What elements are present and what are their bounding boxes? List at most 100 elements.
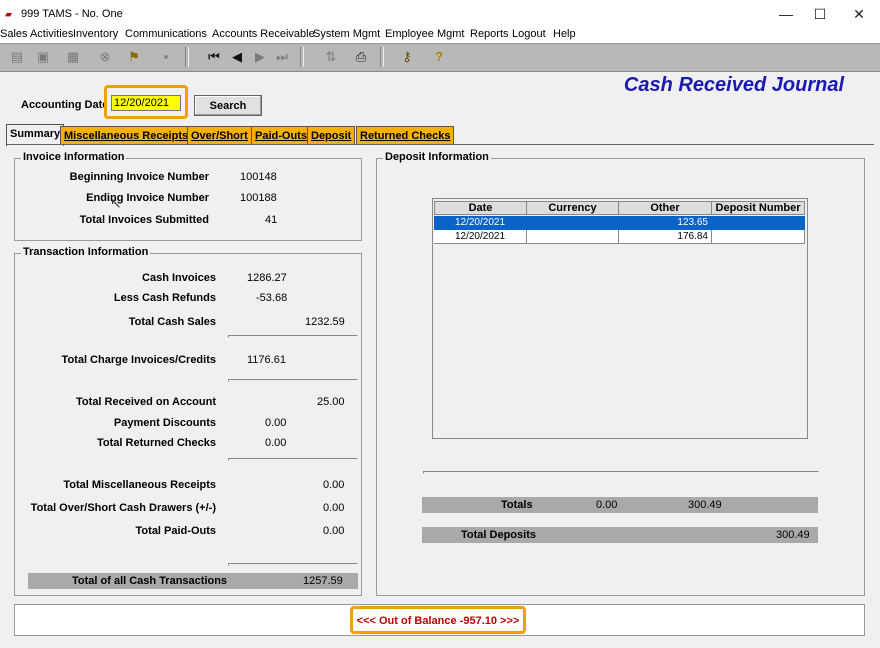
search-button[interactable]: Search (194, 95, 262, 116)
toolbar-separator (185, 47, 189, 67)
payment-discounts-value: 0.00 (265, 417, 287, 429)
cell-other: 123.65 (618, 216, 712, 230)
tab-label: Paid-Outs (255, 130, 307, 142)
save-icon[interactable]: ▦ (64, 48, 82, 66)
misc-receipts-value: 0.00 (323, 479, 345, 491)
deposit-rule (423, 471, 819, 474)
cell-currency (526, 216, 619, 230)
total-cash-sales-label: Total Cash Sales (128, 316, 216, 328)
totals-label: Totals (501, 499, 533, 511)
total-all-value: 1257.59 (303, 575, 343, 587)
menu-reports[interactable]: Reports (470, 28, 509, 40)
accounting-date-input[interactable] (111, 95, 181, 111)
sort-icon[interactable]: ⇅ (322, 48, 340, 66)
key-icon[interactable]: ⚷ (398, 48, 416, 66)
first-record-icon[interactable]: ⏮ (205, 48, 223, 66)
cell-currency (526, 230, 619, 244)
accounting-date-label: Accounting Date (21, 99, 109, 111)
column-header-currency[interactable]: Currency (526, 201, 619, 215)
subtotal-rule (228, 379, 358, 382)
print-icon[interactable]: ⎙ (352, 48, 370, 66)
column-header-date[interactable]: Date (434, 201, 527, 215)
totals-band: Totals 0.00 300.49 (422, 497, 818, 513)
paid-outs-label: Total Paid-Outs (135, 525, 216, 537)
total-invoices-value: 41 (265, 214, 278, 226)
total-invoices-label: Total Invoices Submitted (79, 214, 209, 226)
copy-icon[interactable]: ▣ (34, 48, 52, 66)
subtotal-rule (228, 458, 358, 461)
totals-currency-value: 0.00 (596, 499, 618, 511)
toolbar: ▤ ▣ ▦ ⊗ ⚑ ▪ ⏮ ◀ ▶ ⏭ ⇅ ⎙ ⚷ ? (0, 43, 880, 72)
minimize-button[interactable]: — (772, 4, 800, 24)
total-all-label: Total of all Cash Transactions (72, 575, 228, 587)
menu-accounts-receivable[interactable]: Accounts Receivable (212, 28, 315, 40)
menu-inventory[interactable]: Inventory (73, 28, 118, 40)
mouse-cursor-icon: ↖ (110, 195, 122, 211)
cell-deposit-number (711, 230, 805, 244)
tab-label: Over/Short (191, 130, 248, 142)
menu-logout[interactable]: Logout (512, 28, 546, 40)
invoice-info-title: Invoice Information (21, 151, 127, 163)
totals-other-value: 300.49 (688, 499, 722, 511)
cell-date: 12/20/2021 (434, 216, 527, 230)
over-short-label: Total Over/Short Cash Drawers (+/-) (30, 502, 216, 514)
menu-system-mgmt[interactable]: System Mgmt (313, 28, 380, 40)
invoice-info-group: Invoice Information Beginning Invoice Nu… (14, 151, 362, 241)
beginning-invoice-value: 100148 (240, 171, 277, 183)
deposit-grid[interactable]: Date Currency Other Deposit Number 12/20… (432, 198, 808, 439)
flag-icon[interactable]: ⚑ (125, 48, 143, 66)
subtotal-rule (228, 563, 358, 566)
deposit-info-title: Deposit Information (383, 151, 491, 163)
balance-highlight: <<< Out of Balance -957.10 >>> (350, 606, 526, 634)
cash-invoices-label: Cash Invoices (142, 272, 216, 284)
app-logo-icon: ▰ (5, 9, 12, 19)
tab-paid-outs[interactable]: Paid-Outs (251, 126, 311, 145)
tab-summary[interactable]: Summary (6, 124, 65, 146)
column-header-other[interactable]: Other (618, 201, 712, 215)
new-doc-icon[interactable]: ▤ (8, 48, 26, 66)
total-charge-value: 1176.61 (247, 354, 286, 366)
menu-communications[interactable]: Communications (125, 28, 207, 40)
transaction-info-group: Transaction Information Cash Invoices 12… (14, 246, 362, 596)
close-button[interactable]: ✕ (845, 4, 873, 24)
table-row[interactable]: 12/20/2021 123.65 (434, 216, 805, 230)
menu-employee-mgmt[interactable]: Employee Mgmt (385, 28, 464, 40)
menu-help[interactable]: Help (553, 28, 576, 40)
accounting-date-highlight (104, 85, 188, 119)
less-cash-refunds-value: -53.68 (256, 292, 288, 304)
tab-deposit[interactable]: Deposit (307, 126, 356, 145)
last-record-icon[interactable]: ⏭ (273, 48, 291, 66)
tab-over-short[interactable]: Over/Short (187, 126, 252, 145)
column-header-deposit-number[interactable]: Deposit Number (711, 201, 805, 215)
toolbar-separator (380, 47, 384, 67)
tab-label: Miscellaneous Receipts (64, 130, 189, 142)
journal-title: Cash Received Journal (623, 74, 844, 96)
menu-bar: Sales Activities Inventory Communication… (0, 28, 880, 43)
tab-returned-checks[interactable]: Returned Checks (356, 126, 455, 145)
misc-receipts-label: Total Miscellaneous Receipts (63, 479, 216, 491)
less-cash-refunds-label: Less Cash Refunds (113, 292, 216, 304)
paid-outs-value: 0.00 (323, 525, 345, 537)
cancel-icon[interactable]: ⊗ (96, 48, 114, 66)
beginning-invoice-label: Beginning Invoice Number (69, 171, 209, 183)
returned-checks-value: 0.00 (265, 437, 287, 449)
menu-sales-activities[interactable]: Sales Activities (0, 28, 73, 40)
ending-invoice-value: 100188 (240, 192, 277, 204)
total-all-band: Total of all Cash Transactions 1257.59 (28, 573, 358, 589)
maximize-button[interactable]: ☐ (806, 4, 834, 24)
table-row[interactable]: 12/20/2021 176.84 (434, 230, 805, 244)
help-icon[interactable]: ? (430, 48, 448, 66)
next-record-icon[interactable]: ▶ (251, 48, 269, 66)
out-of-balance-status: <<< Out of Balance -957.10 >>> (356, 615, 520, 627)
window-title: 999 TAMS - No. One (21, 8, 123, 20)
delete-icon[interactable]: ▪ (157, 48, 175, 66)
returned-checks-label: Total Returned Checks (97, 437, 216, 449)
tab-miscellaneous-receipts[interactable]: Miscellaneous Receipts (60, 126, 193, 145)
tab-divider (6, 144, 874, 145)
tab-label: Deposit (311, 130, 352, 142)
prev-record-icon[interactable]: ◀ (228, 48, 246, 66)
subtotal-rule (228, 335, 358, 338)
total-deposits-band: Total Deposits 300.49 (422, 527, 818, 543)
tab-label: Returned Checks (360, 130, 451, 142)
cell-deposit-number (711, 216, 805, 230)
